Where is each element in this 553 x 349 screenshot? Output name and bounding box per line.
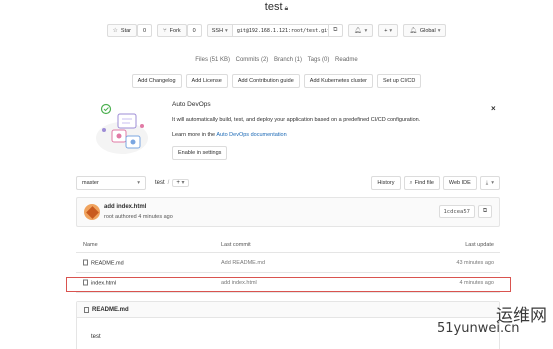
project-title: test 🔒︎ — [0, 1, 553, 13]
auto-devops-docs-link[interactable]: Auto DevOps documentation — [216, 132, 286, 138]
project-name: test — [264, 1, 283, 13]
file-commit-link[interactable]: Add README.md — [221, 260, 265, 266]
clone-protocol-label: SSH — [211, 27, 224, 34]
tree-controls: master ▾ test / + ▾ History ⌕ Find file Web … — [76, 176, 500, 190]
file-icon — [83, 259, 88, 265]
add-dropdown[interactable]: + ▾ — [378, 24, 399, 37]
add-changelog-button[interactable]: Add Changelog — [131, 74, 182, 88]
bell-icon: 🔔︎ — [353, 28, 362, 34]
chevron-down-icon: ▾ — [437, 27, 441, 34]
auto-devops-banner: Auto DevOps It will automatically build,… — [88, 96, 500, 170]
project-stats: Files (51 KB) Commits (2) Branch (1) Tag… — [0, 57, 553, 63]
highlight-box — [66, 277, 511, 292]
add-label: + — [384, 27, 388, 34]
files-stat-link[interactable]: Files (51 KB) — [195, 57, 230, 63]
setup-cicd-button[interactable]: Set up CI/CD — [376, 74, 422, 88]
notification-dropdown[interactable]: 🔔︎ ▾ — [347, 24, 374, 37]
clone-url-input[interactable]: git@192.168.1.121:root/test.git — [232, 24, 329, 37]
star-count[interactable]: 0 — [137, 24, 153, 37]
add-license-button[interactable]: Add License — [185, 74, 228, 88]
table-row[interactable]: README.md Add README.md 43 minutes ago — [76, 253, 500, 273]
watermark-line-2: 51yunwei.cn — [437, 321, 520, 336]
chevron-down-icon: ▾ — [364, 27, 368, 34]
auto-devops-title: Auto DevOps — [172, 101, 211, 108]
fork-icon: ⑂ — [163, 27, 167, 34]
commit-sha-button[interactable]: 1cdcea57 — [438, 205, 475, 218]
commit-author-line: root authored 4 minutes ago — [104, 214, 173, 220]
download-dropdown[interactable]: ⤓ ▾ — [479, 176, 500, 190]
star-icon: ☆ — [112, 28, 118, 34]
file-updated: 43 minutes ago — [456, 259, 494, 266]
bell-icon: 🔔︎ — [409, 28, 417, 34]
copy-sha-button[interactable]: ⧉ — [478, 205, 492, 218]
auto-devops-description: It will automatically build, test, and d… — [172, 117, 421, 123]
clipboard-icon: ⧉ — [482, 208, 488, 214]
star-button[interactable]: ☆ Star — [106, 24, 137, 37]
chevron-down-icon: ▾ — [389, 27, 393, 34]
project-header-buttons: ☆ Star 0 ⑂ Fork 0 SSH ▾ git@192.168.1.121:r… — [0, 24, 553, 37]
auto-devops-learn-more: Learn more in the Auto DevOps documentat… — [172, 132, 287, 138]
history-button[interactable]: History — [371, 176, 401, 190]
branch-dropdown[interactable]: master ▾ — [76, 176, 146, 190]
search-icon: ⌕ — [409, 179, 413, 186]
chevron-down-icon: ▾ — [225, 27, 228, 34]
clipboard-icon: ⧉ — [333, 27, 338, 33]
branch-stat-link[interactable]: Branch (1) — [274, 57, 302, 63]
enable-in-settings-button[interactable]: Enable in settings — [172, 146, 228, 160]
add-contribution-guide-button[interactable]: Add Contribution guide — [231, 74, 300, 88]
find-file-button[interactable]: ⌕ Find file — [403, 176, 440, 190]
find-file-label: Find file — [414, 180, 434, 186]
web-ide-button[interactable]: Web IDE — [442, 176, 477, 190]
tree-actions: History ⌕ Find file Web IDE ⤓ ▾ — [371, 176, 500, 190]
watermark: 运维网 51yunwei.cn — [433, 299, 551, 345]
file-icon — [84, 306, 89, 313]
breadcrumb-separator: / — [167, 180, 170, 186]
copy-url-button[interactable]: ⧉ — [328, 24, 343, 37]
fork-button[interactable]: ⑂ Fork — [157, 24, 187, 37]
file-name-link[interactable]: README.md — [83, 259, 124, 266]
fork-label: Fork — [169, 27, 181, 34]
commits-stat-link[interactable]: Commits (2) — [236, 57, 269, 63]
add-label: + — [176, 180, 180, 186]
readme-title: README.md — [92, 306, 129, 313]
visibility-label: Global — [419, 27, 436, 34]
close-icon[interactable]: × — [491, 104, 496, 113]
breadcrumb-root[interactable]: test — [155, 180, 165, 186]
column-name: Name — [83, 241, 98, 248]
clone-url-group: SSH ▾ git@192.168.1.121:root/test.git ⧉ — [206, 24, 343, 37]
branch-label: master — [82, 180, 99, 186]
chevron-down-icon: ▾ — [137, 180, 140, 186]
fork-count[interactable]: 0 — [186, 24, 202, 37]
download-icon: ⤓ — [485, 179, 489, 186]
add-file-dropdown[interactable]: + ▾ — [172, 179, 189, 187]
chevron-down-icon: ▾ — [491, 180, 494, 186]
last-commit-panel: add index.html root authored 4 minutes a… — [76, 197, 500, 227]
column-last-update: Last update — [465, 241, 494, 248]
readme-stat-link[interactable]: Readme — [335, 57, 358, 63]
tags-stat-link[interactable]: Tags (0) — [308, 57, 330, 63]
commit-message-link[interactable]: add index.html — [104, 204, 146, 210]
avatar[interactable] — [84, 204, 100, 220]
add-kubernetes-cluster-button[interactable]: Add Kubernetes cluster — [303, 74, 373, 88]
table-header: Name Last commit Last update — [76, 237, 500, 253]
quick-actions: Add Changelog Add License Add Contributi… — [0, 74, 553, 88]
breadcrumb: test / + ▾ — [155, 179, 189, 187]
clone-protocol-dropdown[interactable]: SSH ▾ — [206, 24, 233, 37]
chevron-down-icon: ▾ — [181, 180, 185, 186]
learn-more-prefix: Learn more in the — [172, 132, 217, 138]
column-last-commit: Last commit — [221, 241, 251, 248]
visibility-dropdown[interactable]: 🔔︎ Global ▾ — [403, 24, 447, 37]
auto-devops-illustration — [96, 103, 148, 154]
star-label: Star — [120, 27, 131, 34]
file-name: README.md — [91, 260, 124, 266]
lock-icon: 🔒︎ — [284, 5, 289, 12]
